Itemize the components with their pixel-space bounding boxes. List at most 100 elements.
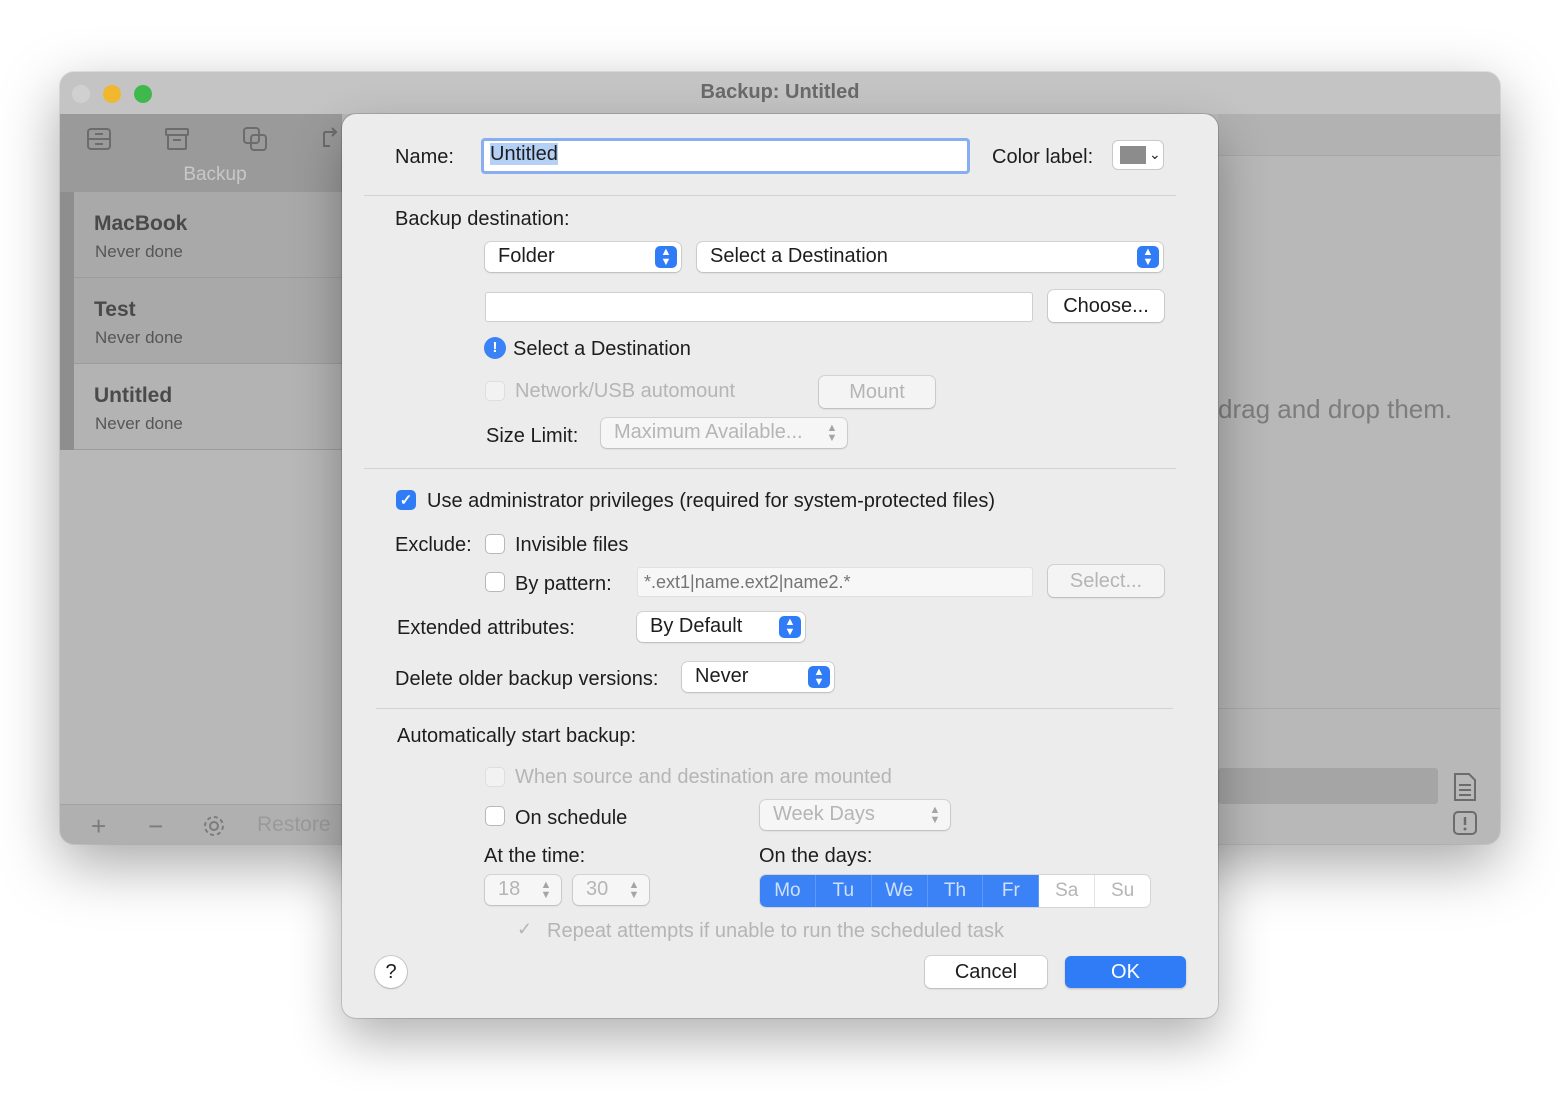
window-title: Backup: Untitled (700, 81, 860, 103)
extended-attributes-label: Extended attributes: (397, 617, 575, 639)
destination-select-popup[interactable]: Select a Destination ▲ ▼ (697, 242, 1163, 272)
stepper-icon: ▲ ▼ (779, 616, 801, 638)
day-friday[interactable]: Fr (983, 875, 1040, 907)
help-button[interactable]: ? (375, 956, 407, 988)
mount-button[interactable]: Mount (819, 376, 935, 408)
divider (364, 468, 1176, 469)
size-limit-label: Size Limit: (486, 425, 579, 447)
when-mounted-label: When source and destination are mounted (515, 766, 892, 788)
size-limit-popup[interactable]: Maximum Available... ▲ ▼ (601, 418, 847, 448)
extended-attributes-value: By Default (650, 615, 743, 637)
divider (376, 708, 1173, 709)
backup-status: Never done (95, 328, 183, 347)
network-automount-checkbox[interactable] (485, 381, 505, 401)
pattern-input[interactable] (637, 567, 1033, 597)
when-mounted-checkbox[interactable] (485, 767, 505, 787)
choose-button[interactable]: Choose... (1048, 290, 1164, 322)
invisible-files-label: Invisible files (515, 534, 629, 556)
delete-older-popup[interactable]: Never ▲ ▼ (682, 662, 834, 692)
destination-select-value: Select a Destination (710, 245, 888, 267)
auto-start-label: Automatically start backup: (397, 725, 636, 747)
info-icon: ! (484, 337, 506, 359)
stepper-icon: ▲ ▼ (1137, 246, 1159, 268)
color-label-popup[interactable]: ⌄ (1112, 140, 1164, 170)
schedule-popup[interactable]: Week Days ▲ ▼ (760, 800, 950, 830)
day-saturday[interactable]: Sa (1039, 875, 1096, 907)
day-thursday[interactable]: Th (927, 875, 984, 907)
sidebar-bottom-bar: + − Restore (60, 804, 342, 844)
alert-icon[interactable] (1452, 809, 1478, 839)
backup-item-untitled[interactable]: Untitled Never done (60, 364, 342, 450)
list-item-indicator (60, 364, 74, 450)
destination-type-value: Folder (498, 245, 555, 267)
backup-name: Untitled (94, 384, 173, 407)
checkmark-icon: ✓ (399, 492, 413, 509)
backup-name: Test (94, 298, 136, 321)
backup-list: MacBook Never done Test Never done Untit… (60, 192, 342, 450)
days-segmented-control: Mo Tu We Th Fr Sa Su (760, 875, 1150, 907)
destination-path-field[interactable] (485, 292, 1033, 322)
admin-privileges-checkbox[interactable]: ✓ (396, 490, 416, 510)
log-icon[interactable] (1452, 772, 1478, 802)
extended-attributes-popup[interactable]: By Default ▲ ▼ (637, 612, 805, 642)
repeat-attempts-label: Repeat attempts if unable to run the sch… (547, 920, 1004, 942)
backup-item-test[interactable]: Test Never done (60, 278, 342, 364)
day-wednesday[interactable]: We (871, 875, 928, 907)
by-pattern-checkbox[interactable] (485, 572, 505, 592)
stepper-icon: ▲ ▼ (628, 879, 640, 901)
hour-value: 18 (498, 878, 521, 900)
destination-warning-text: Select a Destination (513, 338, 691, 360)
admin-privileges-label: Use administrator privileges (required f… (427, 490, 995, 512)
delete-older-label: Delete older backup versions: (395, 668, 659, 690)
backup-item-macbook[interactable]: MacBook Never done (60, 192, 342, 278)
minute-value: 30 (586, 878, 609, 900)
stepper-icon: ▲ ▼ (540, 879, 552, 901)
ok-button[interactable]: OK (1065, 956, 1186, 988)
backup-name: MacBook (94, 212, 188, 235)
day-sunday[interactable]: Su (1095, 875, 1150, 907)
copy-tab-icon[interactable] (240, 124, 270, 154)
on-schedule-checkbox[interactable] (485, 806, 505, 826)
drag-drop-hint: drag and drop them. (1218, 394, 1453, 424)
select-pattern-button[interactable]: Select... (1048, 565, 1164, 597)
remove-icon[interactable]: − (148, 811, 163, 842)
on-schedule-label: On schedule (515, 807, 628, 829)
backup-status: Never done (95, 414, 183, 433)
day-tuesday[interactable]: Tu (815, 875, 872, 907)
gear-icon[interactable] (200, 812, 228, 840)
by-pattern-label: By pattern: (515, 573, 612, 595)
archive-tab-icon[interactable] (162, 124, 192, 154)
exclude-label: Exclude: (395, 534, 472, 556)
add-icon[interactable]: + (91, 811, 106, 842)
size-limit-value: Maximum Available... (614, 421, 803, 443)
toolbar-right-area (1218, 114, 1500, 156)
restore-button[interactable]: Restore (257, 813, 331, 837)
stepper-icon: ▲ ▼ (808, 666, 830, 688)
divider (1218, 708, 1500, 709)
day-monday[interactable]: Mo (760, 875, 816, 907)
cancel-button[interactable]: Cancel (925, 956, 1047, 988)
stepper-icon: ▲ ▼ (826, 422, 838, 444)
tab-label-backup: Backup (183, 164, 247, 185)
name-field[interactable]: Untitled (481, 138, 970, 174)
minute-stepper[interactable]: 30 ▲ ▼ (573, 875, 649, 905)
name-label: Name: (395, 146, 454, 168)
color-label-label: Color label: (992, 146, 1094, 168)
on-days-label: On the days: (759, 845, 873, 867)
stepper-icon: ▲ ▼ (929, 804, 941, 826)
backup-destination-label: Backup destination: (395, 208, 570, 230)
invisible-files-checkbox[interactable] (485, 534, 505, 554)
divider (364, 195, 1176, 196)
list-item-indicator (60, 192, 74, 278)
list-item-indicator (60, 278, 74, 364)
color-swatch (1120, 146, 1146, 164)
progress-bar (1218, 768, 1438, 804)
schedule-value: Week Days (773, 803, 875, 825)
destination-type-popup[interactable]: Folder ▲ ▼ (485, 242, 681, 272)
chevron-down-icon: ⌄ (1149, 146, 1161, 162)
hour-stepper[interactable]: 18 ▲ ▼ (485, 875, 561, 905)
backup-tab-icon[interactable] (84, 124, 114, 154)
backup-settings-sheet: Name: Untitled Color label: ⌄ Backup des… (342, 114, 1218, 1018)
checkmark-icon[interactable]: ✓ (517, 919, 532, 940)
title-bar: Backup: Untitled (60, 72, 1500, 114)
